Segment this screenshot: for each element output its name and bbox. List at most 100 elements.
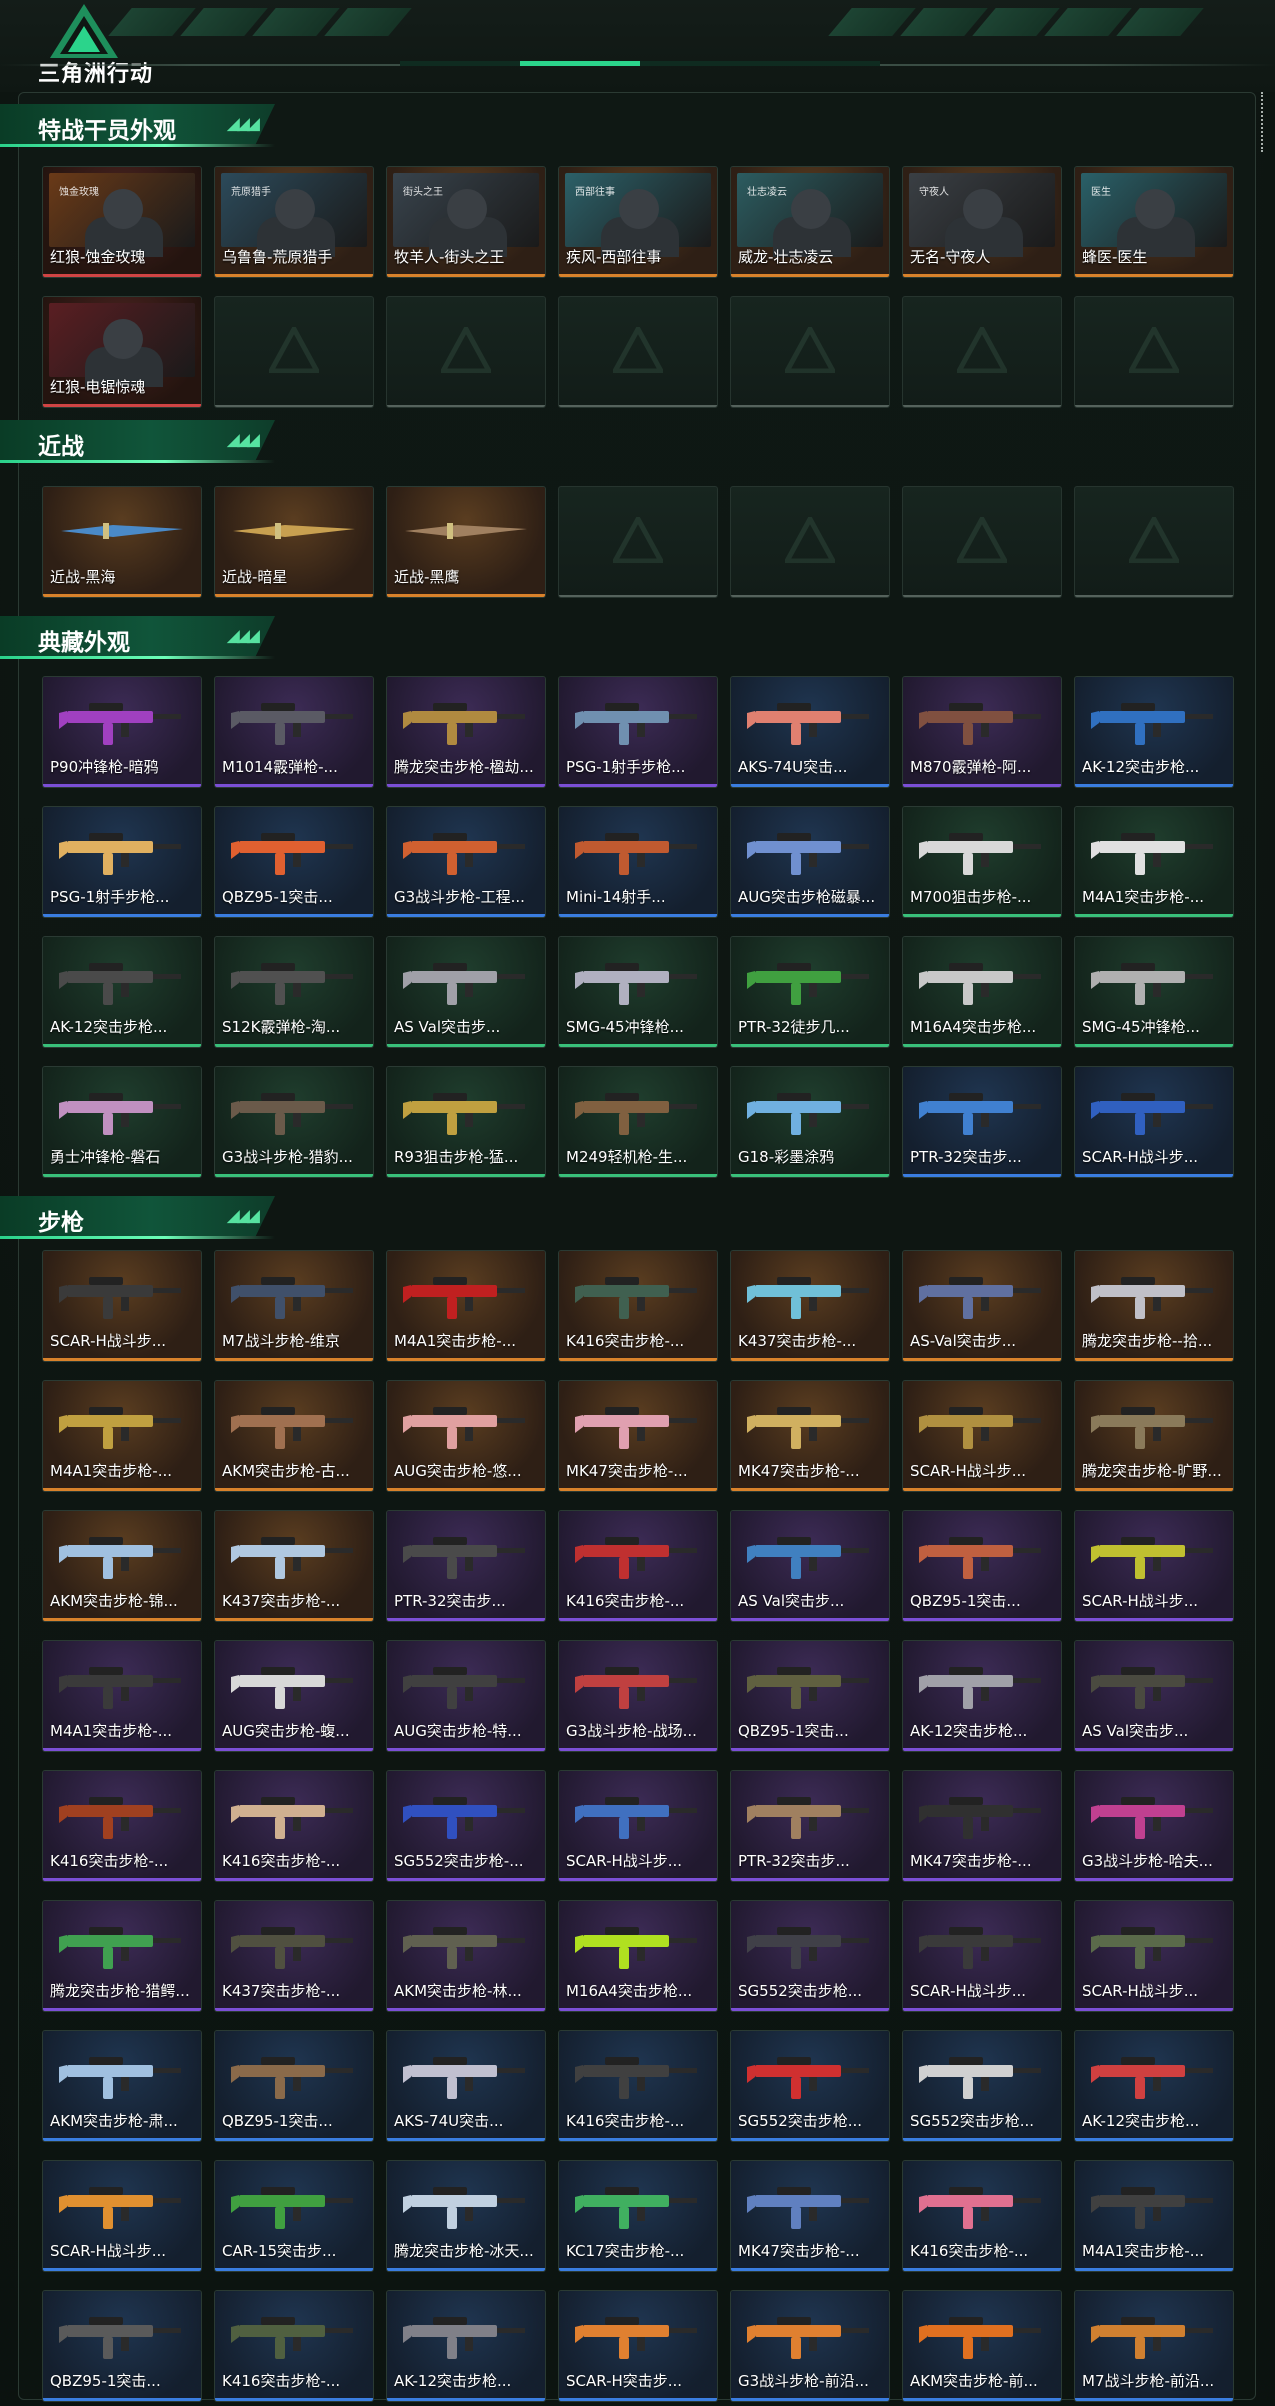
weapon-skin-card[interactable]: SCAR-H突击步... — [558, 2290, 718, 2402]
weapon-skin-card[interactable]: SCAR-H战斗步... — [902, 1380, 1062, 1492]
operator-skin-card[interactable]: 街头之王 牧羊人-街头之王 — [386, 166, 546, 278]
weapon-skin-card[interactable]: AUG突击步枪-特... — [386, 1640, 546, 1752]
weapon-skin-card[interactable]: M1014霰弹枪-... — [214, 676, 374, 788]
weapon-skin-card[interactable]: AKM突击步枪-前... — [902, 2290, 1062, 2402]
weapon-skin-card[interactable]: M4A1突击步枪-... — [1074, 2160, 1234, 2272]
weapon-skin-card[interactable]: G18-彩墨涂鸦 — [730, 1066, 890, 1178]
operator-skin-card[interactable]: 红狼-电锯惊魂 — [42, 296, 202, 408]
weapon-skin-card[interactable]: AK-12突击步枪... — [1074, 676, 1234, 788]
weapon-skin-card[interactable]: M7战斗步枪-前沿... — [1074, 2290, 1234, 2402]
weapon-skin-card[interactable]: PSG-1射手步枪... — [42, 806, 202, 918]
weapon-skin-card[interactable]: PTR-32突击步... — [386, 1510, 546, 1622]
weapon-skin-card[interactable]: MK47突击步枪-... — [902, 1770, 1062, 1882]
weapon-skin-card[interactable]: SCAR-H战斗步... — [1074, 1066, 1234, 1178]
weapon-skin-card[interactable]: K416突击步枪-... — [558, 1510, 718, 1622]
weapon-skin-card[interactable]: SG552突击步枪... — [730, 1900, 890, 2012]
weapon-skin-card[interactable]: 勇士冲锋枪-磐石 — [42, 1066, 202, 1178]
weapon-skin-card[interactable]: AK-12突击步枪... — [1074, 2030, 1234, 2142]
melee-skin-card[interactable]: 近战-暗星 — [214, 486, 374, 598]
weapon-skin-card[interactable]: AUG突击步枪-悠... — [386, 1380, 546, 1492]
weapon-skin-card[interactable]: MK47突击步枪-... — [730, 2160, 890, 2272]
weapon-skin-card[interactable]: M4A1突击步枪-... — [386, 1250, 546, 1362]
weapon-skin-card[interactable]: SCAR-H战斗步... — [42, 1250, 202, 1362]
weapon-skin-card[interactable]: 腾龙突击步枪-旷野... — [1074, 1380, 1234, 1492]
weapon-skin-card[interactable]: SCAR-H战斗步... — [902, 1900, 1062, 2012]
weapon-skin-card[interactable]: M16A4突击步枪... — [902, 936, 1062, 1048]
weapon-skin-card[interactable]: AKM突击步枪-锦... — [42, 1510, 202, 1622]
weapon-skin-card[interactable]: MK47突击步枪-... — [558, 1380, 718, 1492]
weapon-skin-card[interactable]: SMG-45冲锋枪... — [1074, 936, 1234, 1048]
weapon-skin-card[interactable]: 腾龙突击步枪-冰天... — [386, 2160, 546, 2272]
weapon-skin-card[interactable]: K437突击步枪-... — [730, 1250, 890, 1362]
melee-skin-card[interactable]: 近战-黑海 — [42, 486, 202, 598]
weapon-skin-card[interactable]: AS Val突击步... — [730, 1510, 890, 1622]
weapon-skin-card[interactable]: QBZ95-1突击... — [730, 1640, 890, 1752]
weapon-skin-card[interactable]: SG552突击步枪... — [902, 2030, 1062, 2142]
weapon-skin-card[interactable]: PSG-1射手步枪... — [558, 676, 718, 788]
weapon-skin-card[interactable]: M7战斗步枪-维京 — [214, 1250, 374, 1362]
weapon-skin-card[interactable]: AS Val突击步... — [1074, 1640, 1234, 1752]
weapon-skin-card[interactable]: QBZ95-1突击... — [214, 2030, 374, 2142]
weapon-skin-card[interactable]: SCAR-H战斗步... — [558, 1770, 718, 1882]
weapon-skin-card[interactable]: G3战斗步枪-工程... — [386, 806, 546, 918]
weapon-skin-card[interactable]: AS-Val突击步... — [902, 1250, 1062, 1362]
weapon-skin-card[interactable]: SCAR-H战斗步... — [42, 2160, 202, 2272]
weapon-skin-card[interactable]: 腾龙突击步枪-楹劫... — [386, 676, 546, 788]
weapon-skin-card[interactable]: K416突击步枪-... — [558, 1250, 718, 1362]
weapon-skin-card[interactable]: SCAR-H战斗步... — [1074, 1900, 1234, 2012]
operator-skin-card[interactable]: 守夜人 无名-守夜人 — [902, 166, 1062, 278]
weapon-skin-card[interactable]: K416突击步枪-... — [214, 1770, 374, 1882]
weapon-skin-card[interactable]: AKM突击步枪-肃... — [42, 2030, 202, 2142]
weapon-skin-card[interactable]: PTR-32突击步... — [902, 1066, 1062, 1178]
weapon-skin-card[interactable]: K437突击步枪-... — [214, 1900, 374, 2012]
weapon-skin-card[interactable]: CAR-15突击步... — [214, 2160, 374, 2272]
weapon-skin-card[interactable]: M4A1突击步枪-... — [42, 1640, 202, 1752]
weapon-skin-card[interactable]: G3战斗步枪-哈夫... — [1074, 1770, 1234, 1882]
weapon-skin-card[interactable]: SCAR-H战斗步... — [1074, 1510, 1234, 1622]
weapon-skin-card[interactable]: SG552突击步枪-... — [386, 1770, 546, 1882]
operator-skin-card[interactable]: 蚀金玫瑰 红狼-蚀金玫瑰 — [42, 166, 202, 278]
weapon-skin-card[interactable]: K416突击步枪-... — [214, 2290, 374, 2402]
weapon-skin-card[interactable]: QBZ95-1突击... — [42, 2290, 202, 2402]
weapon-skin-card[interactable]: AUG突击步枪-蝮... — [214, 1640, 374, 1752]
weapon-skin-card[interactable]: AUG突击步枪磁暴... — [730, 806, 890, 918]
weapon-skin-card[interactable]: G3战斗步枪-猎豹... — [214, 1066, 374, 1178]
weapon-skin-card[interactable]: KC17突击步枪-... — [558, 2160, 718, 2272]
weapon-skin-card[interactable]: SMG-45冲锋枪... — [558, 936, 718, 1048]
operator-skin-card[interactable]: 医生 蜂医-医生 — [1074, 166, 1234, 278]
weapon-skin-card[interactable]: AKS-74U突击... — [730, 676, 890, 788]
weapon-skin-card[interactable]: G3战斗步枪-前沿... — [730, 2290, 890, 2402]
weapon-skin-card[interactable]: PTR-32突击步... — [730, 1770, 890, 1882]
weapon-skin-card[interactable]: AS Val突击步... — [386, 936, 546, 1048]
weapon-skin-card[interactable]: QBZ95-1突击... — [902, 1510, 1062, 1622]
weapon-skin-card[interactable]: M700狙击步枪-... — [902, 806, 1062, 918]
weapon-skin-card[interactable]: K416突击步枪-... — [558, 2030, 718, 2142]
weapon-skin-card[interactable]: AKS-74U突击... — [386, 2030, 546, 2142]
weapon-skin-card[interactable]: K416突击步枪-... — [42, 1770, 202, 1882]
scrollbar[interactable] — [1261, 92, 1269, 152]
weapon-skin-card[interactable]: PTR-32徒步几... — [730, 936, 890, 1048]
weapon-skin-card[interactable]: M870霰弹枪-阿... — [902, 676, 1062, 788]
weapon-skin-card[interactable]: MK47突击步枪-... — [730, 1380, 890, 1492]
weapon-skin-card[interactable]: AKM突击步枪-林... — [386, 1900, 546, 2012]
weapon-skin-card[interactable]: M4A1突击步枪-... — [1074, 806, 1234, 918]
weapon-skin-card[interactable]: M16A4突击步枪... — [558, 1900, 718, 2012]
operator-skin-card[interactable]: 荒原猎手 乌鲁鲁-荒原猎手 — [214, 166, 374, 278]
weapon-skin-card[interactable]: AK-12突击步枪... — [386, 2290, 546, 2402]
weapon-skin-card[interactable]: 腾龙突击步枪--拾... — [1074, 1250, 1234, 1362]
weapon-skin-card[interactable]: SG552突击步枪... — [730, 2030, 890, 2142]
operator-skin-card[interactable]: 西部往事 疾风-西部往事 — [558, 166, 718, 278]
weapon-skin-card[interactable]: M249轻机枪-生... — [558, 1066, 718, 1178]
weapon-skin-card[interactable]: 腾龙突击步枪-猎鳄... — [42, 1900, 202, 2012]
weapon-skin-card[interactable]: S12K霰弹枪-淘... — [214, 936, 374, 1048]
weapon-skin-card[interactable]: K416突击步枪-... — [902, 2160, 1062, 2272]
weapon-skin-card[interactable]: R93狙击步枪-猛... — [386, 1066, 546, 1178]
operator-skin-card[interactable]: 壮志凌云 威龙-壮志凌云 — [730, 166, 890, 278]
weapon-skin-card[interactable]: G3战斗步枪-战场... — [558, 1640, 718, 1752]
weapon-skin-card[interactable]: AKM突击步枪-古... — [214, 1380, 374, 1492]
weapon-skin-card[interactable]: QBZ95-1突击... — [214, 806, 374, 918]
weapon-skin-card[interactable]: M4A1突击步枪-... — [42, 1380, 202, 1492]
weapon-skin-card[interactable]: AK-12突击步枪... — [42, 936, 202, 1048]
weapon-skin-card[interactable]: Mini-14射手... — [558, 806, 718, 918]
weapon-skin-card[interactable]: K437突击步枪-... — [214, 1510, 374, 1622]
